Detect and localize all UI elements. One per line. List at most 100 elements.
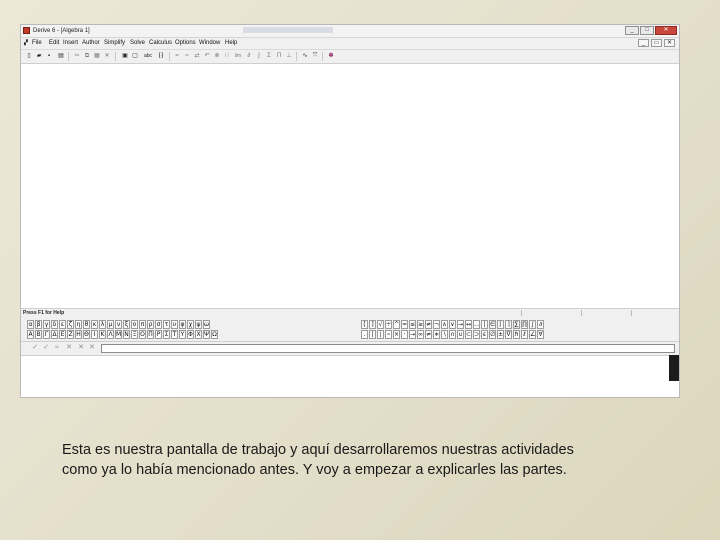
new-file-icon[interactable]: ▯ bbox=[25, 52, 33, 60]
math-symbol-key[interactable]: × bbox=[393, 330, 400, 339]
math-symbol-key[interactable]: ∖ bbox=[441, 330, 448, 339]
product-icon[interactable]: Π bbox=[275, 52, 283, 60]
math-symbol-key[interactable]: → bbox=[409, 330, 416, 339]
clear-input-icon[interactable]: ✕ bbox=[65, 344, 73, 352]
greek-symbol-key[interactable]: Ε bbox=[59, 330, 66, 339]
greek-symbol-key[interactable]: ε bbox=[59, 320, 66, 329]
math-symbol-key[interactable]: ∧ bbox=[441, 320, 448, 329]
math-symbol-key[interactable]: ∇ bbox=[505, 330, 512, 339]
plot-3d-icon[interactable]: ⤧ bbox=[311, 52, 319, 60]
math-symbol-key[interactable]: ± bbox=[497, 330, 504, 339]
math-symbol-key[interactable]: . bbox=[361, 330, 368, 339]
math-symbol-key[interactable]: ≤ bbox=[409, 320, 416, 329]
math-symbol-key[interactable]: ∘ bbox=[385, 330, 392, 339]
close-button[interactable]: ✕ bbox=[655, 26, 677, 35]
greek-symbol-key[interactable]: Ξ bbox=[131, 330, 138, 339]
algebra-window[interactable] bbox=[21, 64, 679, 308]
document-minimize-button[interactable]: _ bbox=[638, 39, 649, 47]
document-restore-button[interactable]: ▭ bbox=[651, 39, 662, 47]
greek-symbol-key[interactable]: Κ bbox=[99, 330, 106, 339]
enter-approximate-icon[interactable]: ≈ bbox=[53, 344, 61, 352]
cut-icon[interactable]: ✂ bbox=[73, 52, 81, 60]
greek-symbol-key[interactable]: Ι bbox=[91, 330, 98, 339]
math-symbol-key[interactable]: ≠ bbox=[425, 330, 432, 339]
greek-symbol-key[interactable]: σ bbox=[155, 320, 162, 329]
greek-symbol-key[interactable]: α bbox=[27, 320, 34, 329]
math-symbol-key[interactable]: ^ bbox=[393, 320, 400, 329]
math-symbol-key[interactable]: ℏ bbox=[513, 330, 520, 339]
greek-symbol-key[interactable]: δ bbox=[51, 320, 58, 329]
math-symbol-key[interactable]: ∫ bbox=[529, 320, 536, 329]
math-symbol-key[interactable]: ↔ bbox=[465, 320, 472, 329]
maximize-button[interactable]: □ bbox=[640, 26, 654, 35]
math-symbol-key[interactable]: ∅ bbox=[489, 330, 496, 339]
math-symbol-key[interactable]: ε bbox=[481, 330, 488, 339]
substitute-icon[interactable]: ↶ bbox=[203, 52, 211, 60]
document-menu-icon[interactable]: ▞ bbox=[24, 39, 28, 48]
greek-symbol-key[interactable]: θ bbox=[83, 320, 90, 329]
math-symbol-key[interactable]: [ bbox=[361, 320, 368, 329]
greek-symbol-key[interactable]: Υ bbox=[179, 330, 186, 339]
derivative-icon[interactable]: ∂ bbox=[245, 52, 253, 60]
greek-symbol-key[interactable]: Ζ bbox=[67, 330, 74, 339]
greek-symbol-key[interactable]: Δ bbox=[51, 330, 58, 339]
greek-symbol-key[interactable]: Ω bbox=[211, 330, 218, 339]
menu-simplify[interactable]: Simplify bbox=[104, 39, 125, 48]
greek-symbol-key[interactable]: Γ bbox=[43, 330, 50, 339]
greek-symbol-key[interactable]: ρ bbox=[147, 320, 154, 329]
math-symbol-key[interactable]: → bbox=[457, 320, 464, 329]
math-symbol-key[interactable]: | bbox=[369, 330, 376, 339]
math-symbol-key[interactable]: ≠ bbox=[425, 320, 432, 329]
greek-symbol-key[interactable]: Ψ bbox=[203, 330, 210, 339]
factor-icon[interactable]: ⊗ bbox=[213, 52, 221, 60]
menu-author[interactable]: Author bbox=[82, 39, 100, 48]
math-symbol-key[interactable]: ∏ bbox=[521, 320, 528, 329]
menu-help[interactable]: Help bbox=[225, 39, 237, 48]
math-symbol-key[interactable]: √ bbox=[377, 320, 384, 329]
greek-symbol-key[interactable]: ψ bbox=[195, 320, 202, 329]
greek-symbol-key[interactable]: Α bbox=[27, 330, 34, 339]
greek-symbol-key[interactable]: Χ bbox=[195, 330, 202, 339]
math-symbol-key[interactable]: … bbox=[473, 320, 480, 329]
math-symbol-key[interactable]: ≥ bbox=[417, 320, 424, 329]
math-symbol-key[interactable]: ⊃ bbox=[473, 330, 480, 339]
copy-icon[interactable]: ⧉ bbox=[83, 52, 91, 60]
window-3d-icon[interactable]: ▢ bbox=[131, 52, 139, 60]
plot-2d-icon[interactable]: ∿ bbox=[301, 52, 309, 60]
greek-symbol-key[interactable]: Ο bbox=[139, 330, 146, 339]
math-symbol-key[interactable]: ∨ bbox=[449, 320, 456, 329]
math-symbol-key[interactable]: ∗ bbox=[433, 330, 440, 339]
equals-icon[interactable]: = bbox=[173, 52, 181, 60]
rewrite-icon[interactable]: ⇄ bbox=[193, 52, 201, 60]
greek-symbol-key[interactable]: Η bbox=[75, 330, 82, 339]
limit-icon[interactable]: lim bbox=[233, 52, 243, 60]
enter-expression-icon[interactable]: ✓ bbox=[31, 344, 39, 352]
math-symbol-key[interactable]: ∩ bbox=[449, 330, 456, 339]
approx-icon[interactable]: ≈ bbox=[183, 52, 191, 60]
matrix-icon[interactable]: ⁅⁆ bbox=[157, 52, 165, 60]
math-symbol-key[interactable]: ∪ bbox=[457, 330, 464, 339]
menu-insert[interactable]: Insert bbox=[63, 39, 78, 48]
greek-symbol-key[interactable]: Θ bbox=[83, 330, 90, 339]
print-icon[interactable]: ▤ bbox=[57, 52, 65, 60]
greek-symbol-key[interactable]: Λ bbox=[107, 330, 114, 339]
taylor-icon[interactable]: ⊥ bbox=[285, 52, 293, 60]
text-object-icon[interactable]: abc bbox=[141, 52, 155, 60]
greek-symbol-key[interactable]: ο bbox=[131, 320, 138, 329]
math-symbol-key[interactable]: ⌉ bbox=[505, 320, 512, 329]
greek-symbol-key[interactable]: Ρ bbox=[155, 330, 162, 339]
math-symbol-key[interactable]: ∀ bbox=[537, 330, 544, 339]
paste-icon[interactable]: ▦ bbox=[93, 52, 101, 60]
math-symbol-key[interactable]: ∞ bbox=[417, 330, 424, 339]
greek-symbol-key[interactable]: λ bbox=[99, 320, 106, 329]
math-symbol-key[interactable]: ⌈ bbox=[497, 320, 504, 329]
math-symbol-key[interactable]: | bbox=[481, 320, 488, 329]
greek-symbol-key[interactable]: Τ bbox=[171, 330, 178, 339]
greek-symbol-key[interactable]: Π bbox=[147, 330, 154, 339]
math-symbol-key[interactable]: ℓ bbox=[521, 330, 528, 339]
greek-symbol-key[interactable]: Ν bbox=[123, 330, 130, 339]
greek-symbol-key[interactable]: Β bbox=[35, 330, 42, 339]
greek-symbol-key[interactable]: κ bbox=[91, 320, 98, 329]
menu-options[interactable]: Options bbox=[175, 39, 196, 48]
menu-window[interactable]: Window bbox=[199, 39, 220, 48]
